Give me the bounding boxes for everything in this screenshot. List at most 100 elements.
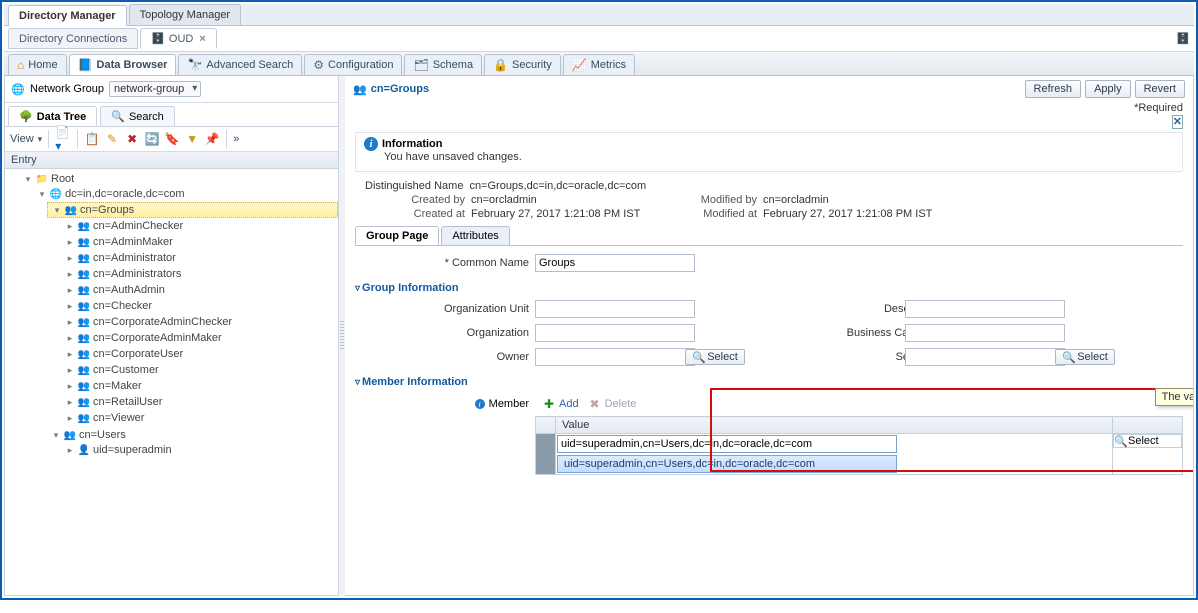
- people-icon: 👥: [77, 331, 91, 345]
- search-icon: [1114, 435, 1126, 447]
- tab-data-browser[interactable]: 📘Data Browser: [69, 54, 177, 75]
- tree-node-label: cn=RetailUser: [93, 396, 162, 408]
- tree-node-group-child[interactable]: ▸👥cn=RetailUser: [61, 395, 338, 409]
- tree-node-group-child[interactable]: ▸👥cn=Maker: [61, 379, 338, 393]
- tab-configuration[interactable]: ⚙Configuration: [304, 54, 402, 75]
- tab-security[interactable]: 🔒Security: [484, 54, 561, 75]
- people-icon: 👥: [77, 283, 91, 297]
- see-also-select-button[interactable]: Select: [1055, 349, 1115, 365]
- member-col-header[interactable]: Value: [556, 417, 1113, 434]
- people-icon: 👥: [77, 395, 91, 409]
- tree-node-group-child[interactable]: ▸👥cn=Administrator: [61, 251, 338, 265]
- globe-icon: 🌐: [11, 82, 25, 96]
- apply-button[interactable]: Apply: [1085, 80, 1131, 98]
- tab-data-browser-label: Data Browser: [97, 59, 168, 71]
- people-icon: 👥: [77, 315, 91, 329]
- more-icon[interactable]: »: [233, 133, 239, 145]
- folder-icon: 📁: [35, 172, 49, 186]
- people-icon: 👥: [77, 219, 91, 233]
- tree-node-group-child[interactable]: ▸👥cn=CorporateAdminChecker: [61, 315, 338, 329]
- tab-oud[interactable]: 🗄️ OUD ×: [140, 28, 217, 49]
- organization-input[interactable]: [535, 324, 695, 342]
- tree-node-group-child[interactable]: ▸👥cn=AuthAdmin: [61, 283, 338, 297]
- tab-group-page[interactable]: Group Page: [355, 226, 439, 245]
- tab-schema-label: Schema: [433, 59, 473, 71]
- tree-node-user-child[interactable]: ▸👤uid=superadmin: [61, 443, 338, 457]
- network-group-select[interactable]: network-group: [109, 81, 201, 97]
- tree-node-group-child[interactable]: ▸👥cn=Checker: [61, 299, 338, 313]
- see-also-input[interactable]: [905, 348, 1065, 366]
- people-icon: 👥: [77, 235, 91, 249]
- filter-icon[interactable]: ▼: [184, 131, 200, 147]
- tree-node-label: cn=Viewer: [93, 412, 144, 424]
- tree-node-dc[interactable]: ▾🌐dc=in,dc=oracle,dc=com: [33, 187, 338, 201]
- tab-oud-label: OUD: [169, 33, 193, 45]
- tab-home[interactable]: ⌂Home: [8, 54, 67, 75]
- tree-node-group-child[interactable]: ▸👥cn=Administrators: [61, 267, 338, 281]
- section-group-information[interactable]: ▿Group Information: [355, 282, 1183, 294]
- common-name-input[interactable]: [535, 254, 695, 272]
- people-icon: 👥: [64, 203, 78, 217]
- dn-value: cn=Groups,dc=in,dc=oracle,dc=com: [469, 180, 646, 192]
- org-unit-input[interactable]: [535, 300, 695, 318]
- delete-icon[interactable]: ✖: [124, 131, 140, 147]
- people-icon: 👥: [77, 411, 91, 425]
- tab-search[interactable]: 🔍Search: [100, 106, 175, 126]
- copy-icon[interactable]: 📋: [84, 131, 100, 147]
- revert-button[interactable]: Revert: [1135, 80, 1185, 98]
- view-menu[interactable]: View: [10, 133, 34, 145]
- tab-schema[interactable]: 🗂 Schema: [404, 54, 482, 75]
- close-icon[interactable]: ×: [199, 33, 205, 45]
- tree-node-group-child[interactable]: ▸👥cn=Customer: [61, 363, 338, 377]
- tree-node-root[interactable]: ▾📁Root: [19, 172, 338, 186]
- autocomplete-suggestion[interactable]: uid=superadmin,cn=Users,dc=in,dc=oracle,…: [557, 455, 897, 473]
- tab-directory-manager[interactable]: Directory Manager: [8, 5, 127, 26]
- right-pane: 👥cn=Groups Refresh Apply Revert *Require…: [345, 76, 1194, 596]
- tree-node-label: cn=Maker: [93, 380, 142, 392]
- delete-member-link[interactable]: ✖Delete: [587, 396, 637, 412]
- tree-node-group-child[interactable]: ▸👥cn=AdminChecker: [61, 219, 338, 233]
- add-member-link[interactable]: ✚Add: [541, 396, 579, 412]
- new-entry-icon[interactable]: 📄▾: [55, 131, 71, 147]
- refresh-button[interactable]: Refresh: [1025, 80, 1082, 98]
- tree-node-label: cn=AdminChecker: [93, 220, 183, 232]
- server-icon: 🗄️: [151, 32, 165, 45]
- close-panel-icon[interactable]: ✕: [1172, 115, 1183, 129]
- tab-metrics[interactable]: 📈Metrics: [563, 54, 635, 75]
- tree-node-group-child[interactable]: ▸👥cn=AdminMaker: [61, 235, 338, 249]
- refresh-tree-icon[interactable]: 🔄: [144, 131, 160, 147]
- tree-node-users[interactable]: ▾👥cn=Users: [47, 428, 338, 442]
- org-unit-label: Organization Unit: [355, 303, 535, 315]
- data-tree[interactable]: ▾📁Root ▾🌐dc=in,dc=oracle,dc=com ▾👥cn=Gro…: [5, 169, 338, 595]
- tab-advanced-search[interactable]: 🔭Advanced Search: [178, 54, 302, 75]
- tree-node-group-child[interactable]: ▸👥cn=Viewer: [61, 411, 338, 425]
- bookmark-icon[interactable]: 🔖: [164, 131, 180, 147]
- tab-data-tree[interactable]: 🌳Data Tree: [8, 106, 97, 126]
- owner-label: Owner: [355, 351, 535, 363]
- owner-input[interactable]: [535, 348, 695, 366]
- tree-node-groups[interactable]: ▾👥cn=Groups: [47, 202, 338, 218]
- tree-node-group-child[interactable]: ▸👥cn=CorporateAdminMaker: [61, 331, 338, 345]
- tab-topology-manager[interactable]: Topology Manager: [129, 4, 242, 25]
- tab-attributes[interactable]: Attributes: [441, 226, 509, 245]
- member-value-input[interactable]: [557, 435, 897, 453]
- member-select-button[interactable]: Select: [1128, 435, 1159, 447]
- people-icon: 👥: [77, 363, 91, 377]
- table-row[interactable]: uid=superadmin,cn=Users,dc=in,dc=oracle,…: [536, 434, 1183, 475]
- owner-select-button[interactable]: Select: [685, 349, 745, 365]
- gear-icon: ⚙: [313, 58, 324, 72]
- tree-node-group-child[interactable]: ▸👥cn=CorporateUser: [61, 347, 338, 361]
- schema-icon: 🗂: [413, 58, 428, 72]
- edit-icon[interactable]: ✎: [104, 131, 120, 147]
- description-input[interactable]: [905, 300, 1065, 318]
- tab-directory-connections[interactable]: Directory Connections: [8, 28, 138, 49]
- app-tabs: Directory Manager Topology Manager: [4, 4, 1194, 26]
- pin-icon[interactable]: 📌: [204, 131, 220, 147]
- info-icon: i: [364, 137, 378, 151]
- database-icon[interactable]: 🗄️: [1176, 32, 1190, 45]
- tab-metrics-label: Metrics: [591, 59, 626, 71]
- tree-node-label: cn=Groups: [80, 204, 134, 216]
- business-category-input[interactable]: [905, 324, 1065, 342]
- connection-tabs: Directory Connections 🗄️ OUD × 🗄️: [4, 26, 1194, 52]
- section-member-information[interactable]: ▿Member Information: [355, 376, 1183, 388]
